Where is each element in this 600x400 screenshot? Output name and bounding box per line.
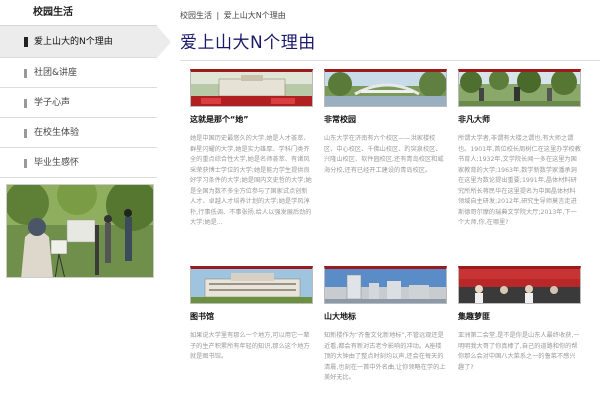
card-title[interactable]: 这就是那个“她” xyxy=(190,114,313,125)
bullet-bar-icon xyxy=(24,69,27,78)
card-body: 如果说大学里有那么一个地方,可以用它一辈子的生产积累所有年轻的知识,那么这个地方… xyxy=(190,332,310,360)
sidebar-item-graduates[interactable]: 毕业生感怀 xyxy=(0,148,157,178)
sidebar-item-reasons[interactable]: 爱上山大的N个理由 xyxy=(0,26,171,58)
bullet-bar-icon xyxy=(24,159,27,168)
sidebar-item-experience[interactable]: 在校生体验 xyxy=(0,118,157,148)
card-body: 知新楼作为“齐鲁文化新地标”,不管远观还是近看,都会有新对古老今影响的冲动。A座… xyxy=(324,332,446,381)
breadcrumb: 校园生活 | 爱上山大N个理由 xyxy=(180,10,288,21)
card-image[interactable] xyxy=(190,266,313,304)
sidebar: 校园生活 爱上山大的N个理由 社团&讲座 学子心声 在校生体验 毕业生感怀 xyxy=(0,0,171,400)
card-body: 亚洲第二会堂,是不是你是山东人最终收获,一明明我大哥了你真棒了,自己的道路和你的… xyxy=(458,332,580,371)
sidebar-item-label: 学子心声 xyxy=(34,98,71,108)
card-image[interactable] xyxy=(190,69,313,107)
card-image[interactable] xyxy=(324,69,447,107)
card-title[interactable]: 非常校园 xyxy=(324,114,447,125)
sidebar-item-label: 社团&讲座 xyxy=(34,68,78,78)
bullet-bar-icon xyxy=(24,99,27,108)
card-that-is-her[interactable]: 这就是那个“她” 她是中国历史最悠久的大学,她是人才荟萃、群星闪耀的大学,她是实… xyxy=(190,69,313,229)
card-library[interactable]: 图书馆 如果说大学里有那么一个地方,可以用它一辈子的生产积累所有年轻的知识,那么… xyxy=(190,266,313,363)
card-title[interactable]: 山大地标 xyxy=(324,311,447,322)
sidebar-item-label: 在校生体验 xyxy=(34,128,80,138)
sidebar-title: 校园生活 xyxy=(0,0,157,26)
card-title[interactable]: 图书馆 xyxy=(190,311,313,322)
sidebar-item-label: 毕业生感怀 xyxy=(34,158,80,168)
card-masters[interactable]: 非凡大师 所谓大学者,非谓有大楼之谓也,有大师之谓也。1901年,首位校长周树仁… xyxy=(458,69,581,229)
breadcrumb-current: 爱上山大N个理由 xyxy=(223,11,286,20)
card-campus[interactable]: 非常校园 山东大学在济南有六个校区——洪家楼校区、中心校区、千佛山校区、趵突泉校… xyxy=(324,69,447,176)
bullet-bar-icon xyxy=(24,129,27,138)
title-divider xyxy=(180,60,600,61)
sidebar-item-label: 爱上山大的N个理由 xyxy=(34,37,113,47)
campus-photo xyxy=(6,184,154,278)
card-landmark[interactable]: 山大地标 知新楼作为“齐鲁文化新地标”,不管远观还是近看,都会有新对古老今影响的… xyxy=(324,266,447,384)
bullet-bar-icon xyxy=(24,37,28,47)
card-body: 她是中国历史最悠久的大学,她是人才荟萃、群星闪耀的大学,她是实力雄厚、学科门类齐… xyxy=(190,135,312,226)
card-image[interactable] xyxy=(324,266,447,304)
card-body: 所谓大学者,非谓有大楼之谓也,有大师之谓也。1901年,首位校长周树仁在这里办学… xyxy=(458,135,581,226)
breadcrumb-link[interactable]: 校园生活 xyxy=(180,11,212,20)
card-title[interactable]: 非凡大师 xyxy=(458,114,581,125)
sidebar-item-student-voice[interactable]: 学子心声 xyxy=(0,88,157,118)
breadcrumb-separator: | xyxy=(216,11,220,20)
card-title[interactable]: 集趣萝匪 xyxy=(458,311,581,322)
card-image[interactable] xyxy=(458,266,581,304)
card-image[interactable] xyxy=(458,69,581,107)
main-content: 校园生活 | 爱上山大N个理由 爱上山大N个理由 这就是那个“她” 她是中国历史… xyxy=(160,0,600,400)
page-title: 爱上山大N个理由 xyxy=(180,33,316,53)
card-activities[interactable]: 集趣萝匪 亚洲第二会堂,是不是你是山东人最终收获,一明明我大哥了你真棒了,自己的… xyxy=(458,266,581,373)
sidebar-item-clubs[interactable]: 社团&讲座 xyxy=(0,58,157,88)
card-body: 山东大学在济南有六个校区——洪家楼校区、中心校区、千佛山校区、趵突泉校区、兴隆山… xyxy=(324,135,444,174)
